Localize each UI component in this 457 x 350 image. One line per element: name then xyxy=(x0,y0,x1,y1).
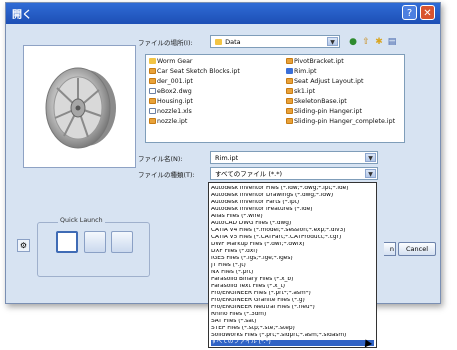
ipt-file-icon xyxy=(286,88,293,94)
filetype-option[interactable]: Pro/ENGINEER Files (*.prt*;*.asm*) xyxy=(211,291,374,297)
filetype-option[interactable]: Autodesk Inventor Drawings (*.dwg;*.idw) xyxy=(211,193,374,199)
file-name: Sliding-pin Hanger.ipt xyxy=(294,108,362,115)
up-folder-icon[interactable]: ⇧ xyxy=(361,37,371,47)
filetype-dropdown[interactable]: すべてのファイル (*.*) ▼ xyxy=(210,167,378,180)
ipt-file-icon xyxy=(149,98,156,104)
file-list-item[interactable]: PivotBracket.ipt xyxy=(286,57,344,66)
cancel-button[interactable]: Cancel xyxy=(398,242,436,256)
location-value: Data xyxy=(225,38,241,46)
filetype-option[interactable]: NX Files (*.prt) xyxy=(211,270,374,276)
file-list[interactable]: Worm Gear Car Seat Sketch Blocks.ipt der_0… xyxy=(145,54,405,143)
ipt-file-icon xyxy=(286,68,293,74)
file-name: SkeletonBase.ipt xyxy=(294,98,347,105)
ipt-file-icon xyxy=(149,118,156,124)
views-menu-icon[interactable]: ▤ xyxy=(387,37,397,47)
file-name: Seat Adjust Layout.ipt xyxy=(294,78,364,85)
file-name: Sliding-pin Hanger_complete.ipt xyxy=(294,118,396,125)
filetype-option[interactable]: IGES Files (*.igs;*.ige;*.iges) xyxy=(211,256,374,262)
filetype-option[interactable]: Parasolid Text Files (*.x_t) xyxy=(211,284,374,290)
options-icon[interactable]: ⚙ xyxy=(17,239,30,252)
file-name: Worm Gear xyxy=(157,58,193,65)
filetype-option[interactable]: Rhino Files (*.3dm) xyxy=(211,312,374,318)
file-list-item[interactable]: Seat Adjust Layout.ipt xyxy=(286,77,364,86)
filetype-option[interactable]: Pro/ENGINEER Granite Files (*.g) xyxy=(211,298,374,304)
wheel-rim-preview-image xyxy=(45,67,116,149)
file-name: nozzle.ipt xyxy=(157,118,188,125)
filetype-option[interactable]: SolidWorks Files (*.prt;*.sldprt;*.asm;*… xyxy=(211,333,374,339)
file-name: PivotBracket.ipt xyxy=(294,58,344,65)
file-name: Car Seat Sketch Blocks.ipt xyxy=(157,68,240,75)
ipt-file-icon xyxy=(286,108,293,114)
ipt-file-icon xyxy=(149,68,156,74)
filetype-option[interactable]: AutoCAD DWG Files (*.dwg) xyxy=(211,221,374,227)
file-name: nozzle1.xls xyxy=(157,108,192,115)
filetype-option[interactable]: STEP Files (*.stp;*.ste;*.step) xyxy=(211,326,374,332)
new-folder-icon[interactable]: ✱ xyxy=(374,37,384,47)
filetype-option[interactable]: CATIA V5 Files (*.CATPart;*.CATProduct;*… xyxy=(211,235,374,241)
ipt-file-icon xyxy=(286,98,293,104)
ipt-file-icon xyxy=(149,78,156,84)
ipt-file-icon xyxy=(286,58,293,64)
title-bar[interactable]: 開く ? ✕ xyxy=(6,3,440,24)
location-dropdown[interactable]: Data ▼ xyxy=(210,35,340,48)
filetype-option[interactable]: Autodesk Inventor Parts (*.ipt) xyxy=(211,200,374,206)
open-button[interactable]: n xyxy=(384,242,396,256)
file-list-item[interactable]: eBox2.dwg xyxy=(149,87,192,96)
folder-icon xyxy=(215,39,222,45)
filetype-option[interactable]: SAT Files (*.sat) xyxy=(211,319,374,325)
help-button[interactable]: ? xyxy=(402,5,417,20)
file-list-item[interactable]: nozzle1.xls xyxy=(149,107,192,116)
file-list-item[interactable]: Worm Gear xyxy=(149,57,193,66)
quick-launch-label: Quick Launch xyxy=(58,217,105,224)
quick-launch-recent-button[interactable] xyxy=(111,231,133,253)
close-button[interactable]: ✕ xyxy=(420,5,435,20)
filetype-label: ファイルの種類(T): xyxy=(138,171,195,179)
filetype-option[interactable]: DWF Markup Files (*.dwf;*.dwfx) xyxy=(211,242,374,248)
file-list-item[interactable]: Car Seat Sketch Blocks.ipt xyxy=(149,67,240,76)
file-name: sk1.ipt xyxy=(294,88,316,95)
folder-icon xyxy=(149,58,156,64)
file-list-item[interactable]: Sliding-pin Hanger.ipt xyxy=(286,107,362,116)
file-name: Housing.ipt xyxy=(157,98,193,105)
quick-launch-open-button[interactable] xyxy=(56,231,78,253)
filetype-option[interactable]: Alias Files (*.wire) xyxy=(211,214,374,220)
file-name: Rim.ipt xyxy=(294,68,317,75)
filetype-option[interactable]: Pro/ENGINEER Neutral Files (*.neu*) xyxy=(211,305,374,311)
file-name: der_001.ipt xyxy=(157,78,193,85)
file-list-item[interactable]: SkeletonBase.ipt xyxy=(286,97,347,106)
dwg-file-icon xyxy=(149,88,156,94)
chevron-down-icon[interactable]: ▼ xyxy=(365,169,376,178)
filetype-option[interactable]: Autodesk Inventor iFeatures (*.ide) xyxy=(211,207,374,213)
filetype-option[interactable]: すべてのファイル (*.*) xyxy=(211,340,374,346)
window-title: 開く xyxy=(12,10,32,21)
filename-input[interactable]: Rim.ipt ▼ xyxy=(210,151,378,164)
filetype-option[interactable]: JT Files (*.jt) xyxy=(211,263,374,269)
file-preview xyxy=(23,45,136,168)
back-icon[interactable]: ● xyxy=(348,37,358,47)
ipt-file-icon xyxy=(286,118,293,124)
ipt-file-icon xyxy=(286,78,293,84)
filetype-option[interactable]: Autodesk Inventor Files (*.idw;*.dwg;*.i… xyxy=(211,186,374,192)
file-list-item[interactable]: nozzle.ipt xyxy=(149,117,187,126)
filename-label: ファイル名(N): xyxy=(138,155,183,163)
filetype-options-list[interactable]: Autodesk Inventor Files (*.idw;*.dwg;*.i… xyxy=(208,182,377,348)
file-list-item[interactable]: sk1.ipt xyxy=(286,87,315,96)
chevron-down-icon[interactable]: ▼ xyxy=(327,37,338,46)
file-name: eBox2.dwg xyxy=(157,88,192,95)
filetype-option[interactable]: Parasolid Binary Files (*.x_b) xyxy=(211,277,374,283)
location-label: ファイルの場所(I): xyxy=(138,39,193,47)
file-list-item[interactable]: Sliding-pin Hanger_complete.ipt xyxy=(286,117,395,126)
file-list-item[interactable]: Housing.ipt xyxy=(149,97,193,106)
filetype-value: すべてのファイル (*.*) xyxy=(215,170,282,178)
filename-value: Rim.ipt xyxy=(215,154,239,162)
filetype-option[interactable]: CATIA V4 Files (*.model;*.session;*.exp;… xyxy=(211,228,374,234)
chevron-down-icon[interactable]: ▼ xyxy=(365,153,376,162)
quick-launch-projects-button[interactable] xyxy=(84,231,106,253)
file-list-item[interactable]: der_001.ipt xyxy=(149,77,193,86)
filetype-option[interactable]: DXF Files (*.dxf) xyxy=(211,249,374,255)
doc-file-icon xyxy=(149,108,156,114)
file-list-item[interactable]: Rim.ipt xyxy=(286,67,316,76)
